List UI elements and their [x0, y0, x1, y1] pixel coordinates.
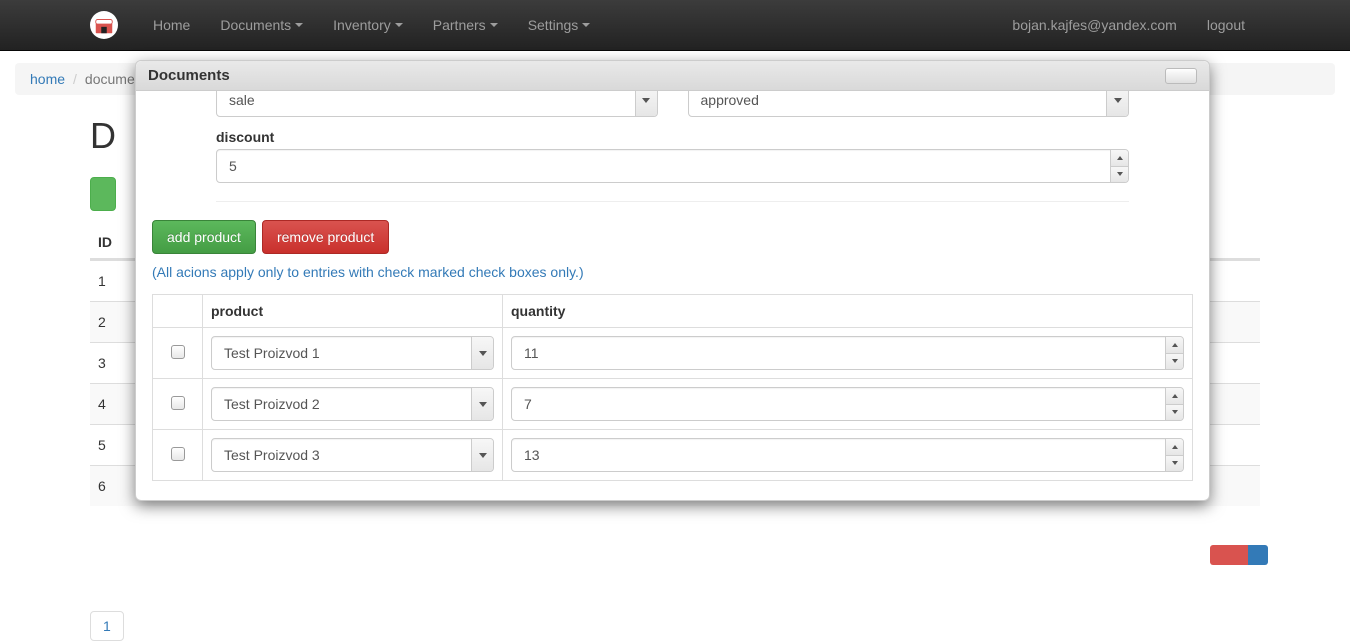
modal-scroll-area[interactable]: sale approved discount 5	[136, 91, 1209, 500]
products-table: product quantity Test Proizvod 1	[152, 294, 1193, 481]
product-header: product	[203, 295, 503, 328]
nav-left: Home Documents Inventory Partners Settin…	[138, 0, 605, 50]
row-actions	[1210, 545, 1268, 565]
chevron-down-icon[interactable]	[635, 91, 657, 116]
breadcrumb-home[interactable]: home	[30, 71, 65, 87]
row-checkbox[interactable]	[171, 447, 185, 461]
chevron-down-icon[interactable]	[471, 388, 493, 420]
quantity-input[interactable]: 7	[511, 387, 1184, 421]
nav-right: bojan.kajfes@yandex.com logout	[997, 0, 1260, 50]
modal-title: Documents	[148, 67, 230, 84]
product-row: Test Proizvod 1 11	[153, 328, 1193, 379]
page-1[interactable]: 1	[90, 611, 124, 641]
spinner-down[interactable]	[1111, 167, 1128, 183]
spinner-up[interactable]	[1166, 439, 1183, 456]
chevron-down-icon	[395, 23, 403, 27]
spinner-down[interactable]	[1166, 456, 1183, 472]
nav-settings[interactable]: Settings	[513, 0, 606, 50]
type-value: sale	[229, 92, 255, 108]
chevron-down-icon	[490, 23, 498, 27]
chevron-down-icon	[582, 23, 590, 27]
nav-user-email[interactable]: bojan.kajfes@yandex.com	[997, 0, 1191, 50]
chevron-down-icon[interactable]	[1106, 91, 1128, 116]
add-button[interactable]	[90, 177, 116, 211]
type-select[interactable]: sale	[216, 91, 658, 117]
status-select[interactable]: approved	[688, 91, 1130, 117]
nav-inventory[interactable]: Inventory	[318, 0, 418, 50]
delete-button[interactable]	[1210, 545, 1248, 565]
quantity-header: quantity	[503, 295, 1193, 328]
close-button[interactable]	[1165, 68, 1197, 84]
nav-logout[interactable]: logout	[1192, 0, 1260, 50]
row-checkbox[interactable]	[171, 396, 185, 410]
quantity-input[interactable]: 11	[511, 336, 1184, 370]
nav-home[interactable]: Home	[138, 0, 205, 50]
status-value: approved	[701, 92, 759, 108]
breadcrumb-current: docume	[85, 71, 135, 87]
spinner-up[interactable]	[1111, 150, 1128, 167]
spinner-up[interactable]	[1166, 388, 1183, 405]
divider	[216, 201, 1129, 202]
quantity-input[interactable]: 13	[511, 438, 1184, 472]
product-select[interactable]: Test Proizvod 3	[211, 438, 494, 472]
edit-button[interactable]	[1248, 545, 1268, 565]
chevron-down-icon	[295, 23, 303, 27]
brand-logo[interactable]	[90, 11, 118, 39]
discount-label: discount	[216, 129, 1129, 145]
product-select[interactable]: Test Proizvod 1	[211, 336, 494, 370]
nav-documents[interactable]: Documents	[205, 0, 318, 50]
modal-header[interactable]: Documents	[136, 61, 1209, 91]
spinner-down[interactable]	[1166, 354, 1183, 370]
product-select[interactable]: Test Proizvod 2	[211, 387, 494, 421]
checkbox-header	[153, 295, 203, 328]
add-product-button[interactable]: add product	[152, 220, 256, 254]
chevron-down-icon[interactable]	[471, 337, 493, 369]
spinner-down[interactable]	[1166, 405, 1183, 421]
product-row: Test Proizvod 3 13	[153, 430, 1193, 481]
product-row: Test Proizvod 2 7	[153, 379, 1193, 430]
spinner-up[interactable]	[1166, 337, 1183, 354]
navbar: Home Documents Inventory Partners Settin…	[0, 0, 1350, 51]
row-checkbox[interactable]	[171, 345, 185, 359]
breadcrumb-separator: /	[73, 71, 77, 87]
chevron-down-icon[interactable]	[471, 439, 493, 471]
documents-modal: Documents sale approved	[135, 60, 1210, 501]
nav-partners[interactable]: Partners	[418, 0, 513, 50]
remove-product-button[interactable]: remove product	[262, 220, 389, 254]
discount-value: 5	[229, 158, 237, 174]
pagination: 1	[90, 611, 124, 641]
hint-text: (All acions apply only to entries with c…	[152, 264, 1129, 280]
discount-input[interactable]: 5	[216, 149, 1129, 183]
store-icon	[93, 14, 115, 36]
